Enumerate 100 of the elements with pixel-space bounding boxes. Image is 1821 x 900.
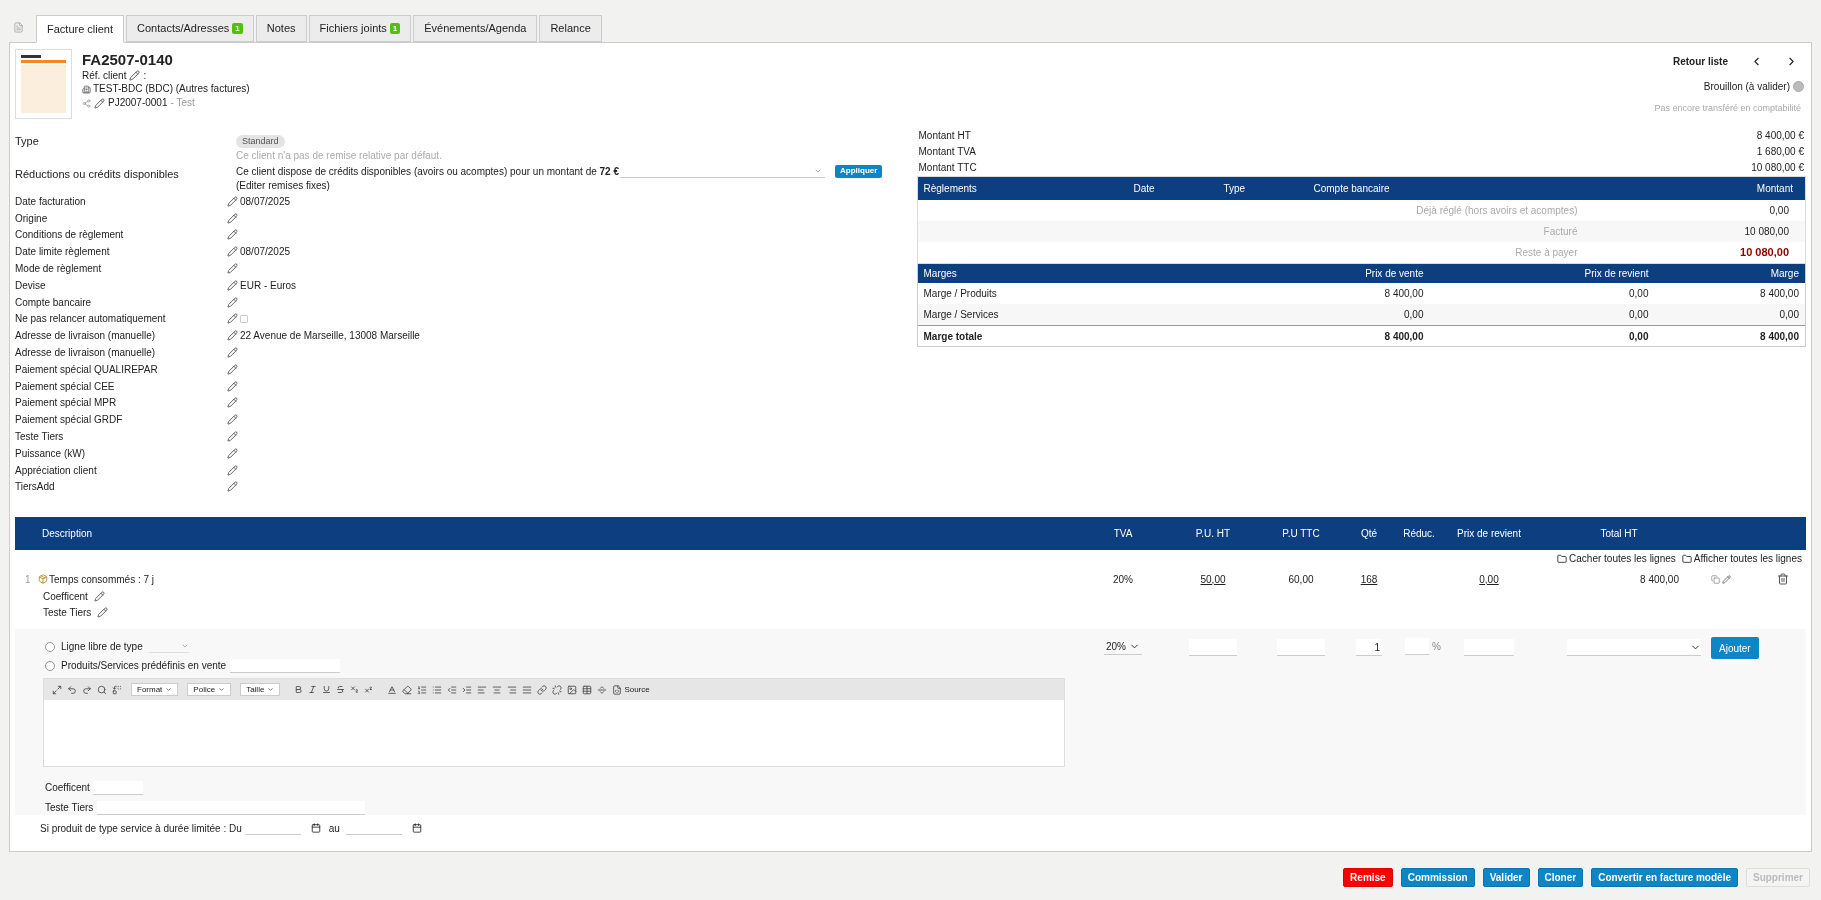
pencil-icon[interactable] [227,431,238,443]
link-icon[interactable] [537,684,548,695]
tab[interactable]: Facture client [36,15,125,43]
extra-field-input[interactable] [92,781,143,795]
margin-cost: 0,00 [1628,329,1649,344]
toolbar-dropdown[interactable]: Taille [240,683,281,696]
product-search-field[interactable] [230,658,341,673]
apply-button[interactable]: Appliquer [835,164,883,178]
align-left-icon[interactable] [477,684,488,695]
bullet-list-icon[interactable] [432,684,443,695]
unit-price-link[interactable]: 50,00 [1165,571,1261,587]
pencil-icon[interactable] [227,481,238,493]
toolbar-dropdown[interactable]: Police [187,683,232,696]
discount-input[interactable] [1405,638,1430,655]
tab[interactable]: Fichiers joints 1 [308,15,412,42]
outdent-icon[interactable] [447,684,458,695]
image-icon[interactable] [567,684,578,695]
count-badge: 1 [389,23,401,34]
tab[interactable]: Relance [539,15,602,42]
package-icon [38,574,48,584]
dropdown-caret-icon [180,642,189,650]
pencil-icon[interactable] [227,263,238,275]
checkbox[interactable] [240,314,248,323]
quantity-input[interactable]: 1 [1356,639,1382,656]
action-button[interactable]: Commission [1400,868,1475,887]
pencil-icon[interactable] [227,397,238,409]
strikethrough-icon[interactable] [336,685,346,694]
unit-price-ttc-input[interactable] [1277,639,1325,656]
radio-button[interactable] [45,660,55,671]
fullscreen-icon[interactable] [52,684,62,695]
align-right-icon[interactable] [507,684,518,695]
pencil-icon[interactable] [227,380,238,392]
justify-icon[interactable] [522,684,533,695]
option-label[interactable]: Ligne libre de type [61,639,143,654]
source-button[interactable]: Source [624,683,650,696]
pencil-icon[interactable] [227,279,238,291]
option-label[interactable]: Produits/Services prédéfinis en vente [61,658,227,673]
cost-price-link[interactable]: 0,00 [1441,571,1537,587]
tab[interactable]: Événements/Agenda [413,15,538,42]
action-button[interactable]: Remise [1343,868,1393,887]
edit-discounts-link[interactable]: (Editer remises fixes) [236,179,330,193]
pencil-icon[interactable] [129,70,141,81]
superscript-icon[interactable] [364,685,374,694]
field-label: Réductions ou crédits disponibles [15,167,180,182]
undo-icon[interactable] [67,684,77,695]
table-icon[interactable] [582,684,593,695]
numbered-list-icon[interactable] [417,684,428,695]
underline-icon[interactable] [322,685,332,694]
calendar-icon[interactable] [411,823,422,833]
unlink-icon[interactable] [552,684,563,695]
pencil-icon[interactable] [227,447,238,459]
action-button[interactable]: Valider [1482,868,1530,887]
trash-icon[interactable] [1777,573,1789,585]
pencil-icon[interactable] [227,363,238,375]
pencil-icon[interactable] [227,414,238,426]
search-icon[interactable] [97,684,107,695]
pencil-icon[interactable] [227,246,238,258]
toolbar-dropdown[interactable]: Format [131,683,179,696]
action-button[interactable]: Cloner [1537,868,1584,887]
eraser-icon[interactable] [402,684,413,695]
vat-select[interactable]: 20% [1104,639,1142,655]
cost-price-input[interactable] [1464,639,1514,656]
pencil-icon[interactable] [97,606,109,618]
project-link[interactable]: PJ2007-0001 [108,96,168,110]
pencil-icon[interactable] [227,313,238,325]
field-label: Mode de règlement [15,262,103,277]
pencil-icon[interactable] [1722,574,1731,584]
pencil-icon[interactable] [227,330,238,342]
calendar-icon[interactable] [310,823,321,833]
hide-all-lines-link[interactable]: Cacher toutes les lignes [1569,551,1676,566]
tab[interactable]: Contacts/Adresses 1 [126,15,254,42]
text-color-icon[interactable] [387,684,398,695]
align-center-icon[interactable] [492,684,503,695]
pencil-icon[interactable] [227,195,238,207]
column-header: Règlements [923,182,978,196]
pencil-icon[interactable] [227,296,238,308]
unit-price-ttc-cell-text: 60,00 [1287,572,1315,587]
subscript-icon[interactable] [350,685,360,694]
add-button[interactable]: Ajouter [1711,637,1759,659]
extra-field-input[interactable] [97,801,366,815]
pencil-icon[interactable] [227,229,238,241]
action-button[interactable]: Convertir en facture modèle [1591,868,1738,887]
pencil-icon[interactable] [93,590,105,602]
unit-price-input[interactable] [1189,639,1237,656]
thirdparty-link[interactable]: TEST-BDC (BDC) (Autres factures) [93,82,250,96]
pencil-icon[interactable] [227,212,238,224]
radio-button[interactable] [45,641,55,652]
bold-icon[interactable] [294,685,304,694]
quantity-link[interactable]: 168 [1341,571,1397,587]
redo-icon[interactable] [82,684,92,695]
pencil-icon[interactable] [227,464,238,476]
italic-icon[interactable] [308,685,318,694]
indent-icon[interactable] [462,684,473,695]
pencil-icon[interactable] [94,97,105,109]
pencil-icon[interactable] [227,347,238,359]
field-label: Conditions de règlement [15,228,125,243]
horizontal-line-icon[interactable] [597,684,608,695]
show-all-lines-link[interactable]: Afficher toutes les lignes [1693,551,1802,566]
tab[interactable]: Notes [255,15,307,42]
back-to-list-link[interactable]: Retour liste [1673,54,1728,70]
